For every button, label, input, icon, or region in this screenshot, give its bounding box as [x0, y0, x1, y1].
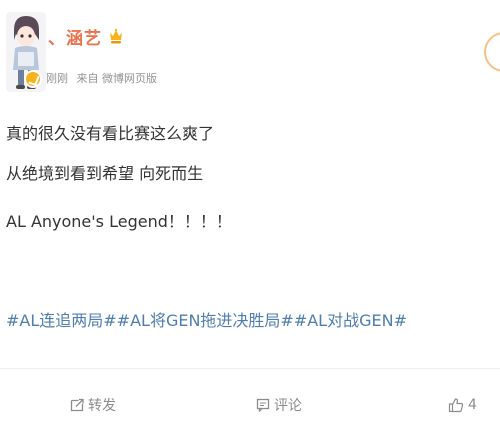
follow-button[interactable]	[484, 32, 500, 72]
post-actions-bar: 转发 评论 4	[0, 368, 500, 441]
post-text-line: 真的很久没有看比赛这么爽了	[6, 124, 215, 143]
verified-badge-icon	[24, 70, 42, 88]
repost-icon	[70, 398, 84, 412]
comment-icon	[256, 398, 270, 412]
post-hashtags[interactable]: #AL连追两局##AL将GEN拖进决胜局##AL对战GEN#	[6, 305, 407, 337]
crown-badge-icon[interactable]	[108, 27, 124, 45]
like-count: 4	[468, 397, 477, 413]
thumbs-up-icon	[448, 398, 464, 413]
repost-label: 转发	[88, 398, 116, 414]
author-row: 、涵艺	[48, 24, 124, 49]
repost-button[interactable]: 转发	[70, 391, 116, 419]
weibo-post-card: 、涵艺 刚刚 来自 微博网页版 真的很久没有看比赛这么爽了 从绝境到看到希望 向…	[0, 0, 500, 440]
comment-label: 评论	[274, 398, 302, 414]
comment-button[interactable]: 评论	[256, 391, 302, 419]
post-header: 、涵艺 刚刚 来自 微博网页版	[0, 0, 500, 100]
post-text-line: 从绝境到看到希望 向死而生	[6, 164, 204, 183]
author-name[interactable]: 、涵艺	[48, 24, 102, 49]
post-source: 来自 微博网页版	[76, 72, 158, 85]
post-meta: 刚刚 来自 微博网页版	[46, 70, 162, 86]
post-text-line: AL Anyone's Legend！！！！	[6, 212, 232, 231]
like-button[interactable]: 4	[448, 391, 477, 419]
post-time[interactable]: 刚刚	[46, 72, 68, 85]
